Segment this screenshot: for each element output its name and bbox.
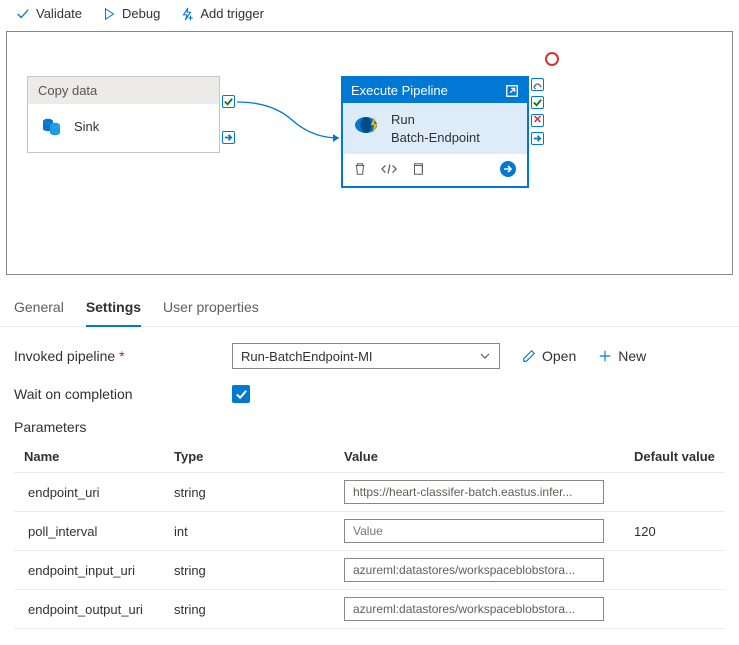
table-row: endpoint_uristring — [14, 473, 725, 512]
copy-data-label: Sink — [74, 119, 99, 134]
validate-button[interactable]: Validate — [8, 2, 90, 25]
table-row: endpoint_input_uristring — [14, 551, 725, 590]
add-trigger-label: Add trigger — [200, 6, 264, 21]
validate-label: Validate — [36, 6, 82, 21]
param-type: string — [164, 473, 334, 512]
output-port-failure[interactable]: ✕ — [531, 114, 544, 127]
debug-label: Debug — [122, 6, 160, 21]
output-port-skip[interactable] — [531, 78, 544, 91]
exec-node-line1: Run — [391, 111, 480, 129]
param-value-input[interactable] — [344, 558, 604, 582]
new-button[interactable]: New — [598, 348, 646, 364]
add-trigger-button[interactable]: Add trigger — [172, 2, 272, 25]
check-icon — [16, 7, 30, 21]
plus-icon — [598, 349, 612, 363]
table-row: endpoint_output_uristring — [14, 590, 725, 629]
param-type: string — [164, 551, 334, 590]
output-port-success[interactable] — [222, 95, 235, 108]
code-icon[interactable] — [381, 162, 397, 176]
param-default — [624, 551, 725, 590]
invoked-pipeline-value: Run-BatchEndpoint-MI — [241, 349, 373, 364]
parameters-label: Parameters — [14, 419, 725, 435]
check-icon — [235, 388, 248, 401]
copy-data-node[interactable]: Copy data Sink — [27, 76, 220, 153]
play-icon — [102, 7, 116, 21]
breakpoint-icon[interactable] — [545, 52, 559, 66]
param-name: endpoint_uri — [14, 473, 164, 512]
pipeline-canvas[interactable]: Copy data Sink Execute Pipeline Run Batc… — [6, 31, 733, 275]
invoked-pipeline-label: Invoked pipeline * — [14, 348, 232, 364]
chevron-down-icon — [479, 350, 491, 362]
properties-tabs: General Settings User properties — [0, 279, 739, 327]
param-name: poll_interval — [14, 512, 164, 551]
wait-on-completion-label: Wait on completion — [14, 386, 232, 402]
param-name: endpoint_input_uri — [14, 551, 164, 590]
connector-line — [237, 92, 347, 152]
copy-data-header: Copy data — [28, 77, 219, 104]
table-row: poll_intervalint 120 — [14, 512, 725, 551]
col-header-type: Type — [164, 441, 334, 473]
tab-user-properties[interactable]: User properties — [163, 293, 259, 326]
exec-node-line2: Batch-Endpoint — [391, 129, 480, 147]
tab-general[interactable]: General — [14, 293, 64, 326]
open-button[interactable]: Open — [522, 348, 576, 364]
output-port-completion[interactable] — [222, 131, 235, 144]
parameters-table: Name Type Value Default value endpoint_u… — [14, 441, 725, 629]
clone-icon[interactable] — [411, 162, 425, 176]
external-link-icon[interactable] — [505, 84, 519, 98]
execute-pipeline-title: Execute Pipeline — [351, 83, 448, 98]
pencil-icon — [522, 349, 536, 363]
lightning-icon — [180, 7, 194, 21]
execute-pipeline-node[interactable]: Execute Pipeline Run Batch-Endpoint — [341, 76, 529, 188]
param-type: int — [164, 512, 334, 551]
output-port-completion-exec[interactable] — [531, 132, 544, 145]
debug-button[interactable]: Debug — [94, 2, 168, 25]
wait-on-completion-checkbox[interactable] — [232, 385, 250, 403]
toolbar: Validate Debug Add trigger — [0, 0, 739, 31]
col-header-name: Name — [14, 441, 164, 473]
col-header-value: Value — [334, 441, 624, 473]
delete-icon[interactable] — [353, 162, 367, 176]
param-name: endpoint_output_uri — [14, 590, 164, 629]
tab-settings[interactable]: Settings — [86, 293, 141, 327]
param-default — [624, 473, 725, 512]
param-value-input[interactable] — [344, 480, 604, 504]
pipeline-run-icon — [353, 111, 381, 139]
run-arrow-icon[interactable] — [499, 160, 517, 178]
output-port-success-exec[interactable] — [531, 96, 544, 109]
invoked-pipeline-select[interactable]: Run-BatchEndpoint-MI — [232, 343, 500, 369]
param-type: string — [164, 590, 334, 629]
settings-form: Invoked pipeline * Run-BatchEndpoint-MI … — [0, 327, 739, 645]
param-default — [624, 590, 725, 629]
database-icon — [40, 114, 64, 138]
param-value-input[interactable] — [344, 597, 604, 621]
param-value-input[interactable] — [344, 519, 604, 543]
param-default: 120 — [624, 512, 725, 551]
col-header-default: Default value — [624, 441, 725, 473]
